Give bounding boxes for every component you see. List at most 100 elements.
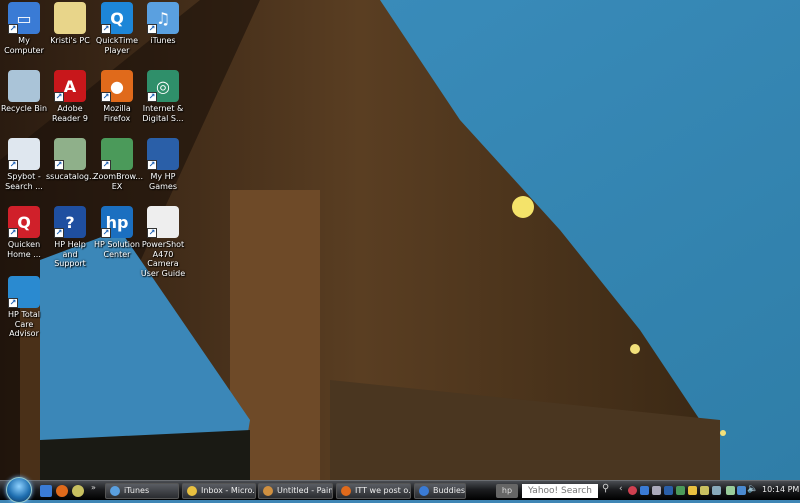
app-icon: ♫ ↗ [147,2,179,34]
tray-icon-wireless[interactable] [726,486,735,495]
desktop-icon[interactable]: Recycle Bin [0,70,48,114]
desktop-icon-label: HP Total Care Advisor [7,310,41,338]
volume-icon[interactable]: 🔈 [747,484,758,494]
taskbar-button[interactable]: iTunes [105,483,179,499]
desktop-icon[interactable]: ↗ My HP Games [139,138,187,191]
shortcut-arrow-icon: ↗ [101,92,111,102]
shortcut-arrow-icon: ↗ [54,228,64,238]
tray-icon-bluetooth[interactable] [652,486,661,495]
desktop-icon-label: Spybot - Search ... [5,172,43,191]
task-label: Inbox - Micro... [201,486,256,495]
tray-icon-display[interactable] [640,486,649,495]
app-icon: ↗ [101,138,133,170]
taskbar: » iTunes Inbox - Micro... Untitled - Paint… [0,477,800,503]
show-desktop-icon[interactable] [40,485,52,497]
desktop-icon-label: My Computer [4,36,44,55]
desktop-icon-label: My HP Games [149,172,177,191]
search-icon[interactable]: ⚲ [602,483,609,494]
icon-glyph: Q [17,212,31,232]
tray-icon-messenger[interactable] [688,486,697,495]
app-icon: A ↗ [54,70,86,102]
yahoo-search-input[interactable]: Yahoo! Search [522,484,598,498]
desktop-icon-label: ZoomBrow... EX [93,172,143,191]
tray-icon-buddies[interactable] [700,486,709,495]
shortcut-arrow-icon: ↗ [8,298,18,308]
shortcut-arrow-icon: ↗ [8,160,18,170]
firefox-quicklaunch-icon[interactable] [56,485,68,497]
tray-icon-hp[interactable] [664,486,673,495]
shortcut-arrow-icon: ↗ [101,228,111,238]
app-icon: ▭ ↗ [8,2,40,34]
desktop-icon[interactable]: Q ↗ Quicken Home ... [0,206,48,259]
icon-glyph: ? [65,212,75,232]
quicklaunch-more-chevron[interactable]: » [91,483,96,492]
app-icon [8,70,40,102]
desktop-icon-label: HP Help and Support [54,240,86,268]
app-icon: ↗ [8,276,40,308]
app-icon: ◎ ↗ [147,70,179,102]
tray-icon-network[interactable] [737,486,746,495]
desktop-icon[interactable]: ↗ HP Total Care Advisor [0,276,48,339]
desktop-icon[interactable]: hp ↗ HP Solution Center [93,206,141,259]
desktop-icon[interactable]: ↗ ssucatalog... [46,138,97,182]
icon-glyph: Q [110,8,124,28]
shortcut-arrow-icon: ↗ [8,24,18,34]
shortcut-arrow-icon: ↗ [147,228,157,238]
task-label: Untitled - Paint [277,486,333,495]
icon-glyph: ● [110,76,124,96]
start-button[interactable] [6,477,32,503]
shortcut-arrow-icon: ↗ [54,92,64,102]
app-icon: ↗ [147,138,179,170]
desktop-icon-label: Recycle Bin [0,104,48,113]
task-app-icon [341,486,351,496]
taskbar-button[interactable]: Buddies [414,483,466,499]
shortcut-arrow-icon: ↗ [101,24,111,34]
desktop-icon[interactable]: ↗ PowerShot A470 Camera User Guide [139,206,187,278]
desktop-icon[interactable]: ♫ ↗ iTunes [139,2,187,46]
task-app-icon [187,486,197,496]
app-icon [54,2,86,34]
app-icon: ● ↗ [101,70,133,102]
app-icon: ↗ [54,138,86,170]
tray-icon-security[interactable] [628,486,637,495]
shortcut-arrow-icon: ↗ [8,228,18,238]
desktop-icon[interactable]: ? ↗ HP Help and Support [46,206,94,269]
taskbar-button[interactable]: Inbox - Micro... [182,483,256,499]
taskbar-button[interactable]: ITT we post o... [336,483,411,499]
desktop-icon-label: Kristi's PC [50,36,90,45]
desktop-icon-label: Quicken Home ... [7,240,41,259]
app-icon: Q ↗ [101,2,133,34]
icon-glyph: ◎ [156,76,170,96]
desktop-icon[interactable]: Kristi's PC [46,2,94,46]
clock[interactable]: 10:14 PM [762,485,799,494]
shortcut-arrow-icon: ↗ [54,160,64,170]
desktop-icon[interactable]: A ↗ Adobe Reader 9 [46,70,94,123]
desktop-icon[interactable]: ↗ ZoomBrow... EX [93,138,143,191]
shortcut-arrow-icon: ↗ [147,92,157,102]
desktop-icon[interactable]: ◎ ↗ Internet & Digital S... [139,70,187,123]
shortcut-arrow-icon: ↗ [147,160,157,170]
tray-icon-app[interactable] [676,486,685,495]
task-app-icon [419,486,429,496]
task-app-icon [110,486,120,496]
app-icon: ? ↗ [54,206,86,238]
buddies-quicklaunch-icon[interactable] [72,485,84,497]
task-label: iTunes [124,486,150,495]
tray-icon-battery[interactable] [712,486,721,495]
app-icon: ↗ [8,138,40,170]
desktop-icon-label: Adobe Reader 9 [52,104,88,123]
app-icon: Q ↗ [8,206,40,238]
desktop-icon-label: Mozilla Firefox [103,104,131,123]
tray-expand-chevron[interactable]: ‹ [619,484,623,494]
hp-logo-icon[interactable]: hp [496,484,518,498]
desktop-icon-label: ssucatalog... [46,172,97,181]
desktop-icon[interactable]: Q ↗ QuickTime Player [93,2,141,55]
icon-glyph: ♫ [155,8,171,28]
task-label: Buddies [433,486,466,495]
icon-glyph: ▭ [16,8,32,28]
task-app-icon [263,486,273,496]
taskbar-button[interactable]: Untitled - Paint [258,483,333,499]
desktop-icon[interactable]: ● ↗ Mozilla Firefox [93,70,141,123]
desktop-icon[interactable]: ↗ Spybot - Search ... [0,138,48,191]
desktop-icon[interactable]: ▭ ↗ My Computer [0,2,48,55]
